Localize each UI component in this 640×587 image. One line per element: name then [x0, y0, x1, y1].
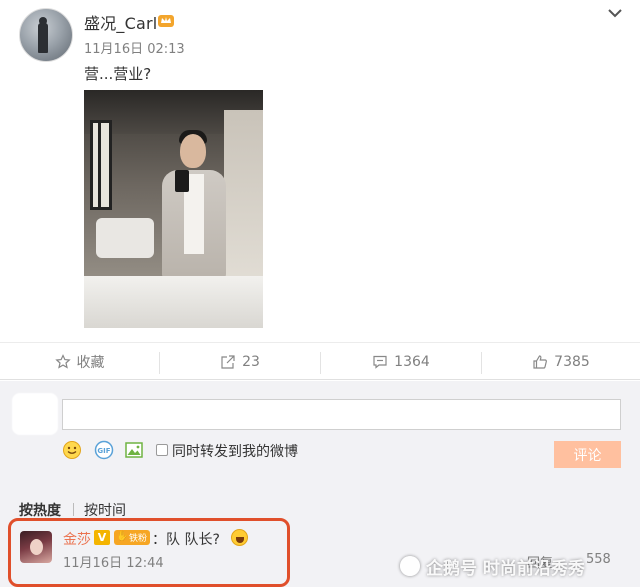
comment-icon — [373, 355, 387, 369]
comment-button[interactable]: 1364 — [321, 343, 481, 381]
sort-tab-divider — [73, 503, 74, 516]
favorite-button[interactable]: 收藏 — [0, 343, 159, 381]
post-text: 营...营业? — [84, 65, 152, 83]
svg-text:GIF: GIF — [97, 447, 110, 455]
photo-window — [90, 120, 112, 210]
repost-checkbox[interactable] — [156, 444, 168, 456]
share-icon — [221, 355, 235, 369]
photo-bathtub — [96, 218, 154, 258]
photo-phone — [175, 170, 189, 192]
current-user-avatar — [12, 393, 58, 435]
like-count: 7385 — [554, 354, 590, 370]
like-button[interactable]: 7385 — [482, 343, 640, 381]
repost-count: 23 — [242, 354, 260, 370]
thumbs-up-icon — [533, 355, 548, 369]
repost-checkbox-label[interactable]: 同时转发到我的微博 — [172, 441, 298, 461]
star-icon — [54, 354, 71, 369]
watermark-text: 企鹅号 时尚前沿秀秀 — [426, 558, 585, 579]
tab-sort-by-hot[interactable]: 按热度 — [19, 500, 61, 520]
post-timestamp[interactable]: 11月16日 02:13 — [84, 38, 185, 57]
post-action-bar: 收藏 23 1364 7385 — [0, 342, 640, 380]
photo-sink — [84, 276, 263, 328]
post-photo[interactable] — [84, 90, 263, 328]
gif-icon[interactable]: GIF — [94, 440, 114, 460]
tab-sort-by-time[interactable]: 按时间 — [84, 500, 126, 520]
submit-comment-button[interactable]: 评论 — [554, 441, 621, 468]
watermark-logo-icon — [400, 556, 420, 576]
comment-count: 1364 — [394, 354, 430, 370]
comment-input[interactable] — [62, 399, 621, 430]
poster-username[interactable]: 盛况_Carl — [84, 10, 157, 34]
photo-person-head — [180, 134, 206, 168]
avatar-figure-body — [38, 23, 48, 53]
smiley-icon[interactable] — [62, 440, 82, 460]
comment-highlight-box — [8, 518, 290, 587]
vip-crown-icon — [158, 15, 174, 27]
photo-window-frame — [98, 120, 101, 210]
image-icon[interactable] — [124, 440, 144, 460]
watermark: 企鹅号 时尚前沿秀秀 — [400, 552, 636, 580]
chevron-down-icon[interactable] — [606, 6, 624, 20]
favorite-label: 收藏 — [76, 355, 105, 371]
repost-button[interactable]: 23 — [160, 343, 320, 381]
poster-avatar[interactable] — [19, 8, 73, 62]
